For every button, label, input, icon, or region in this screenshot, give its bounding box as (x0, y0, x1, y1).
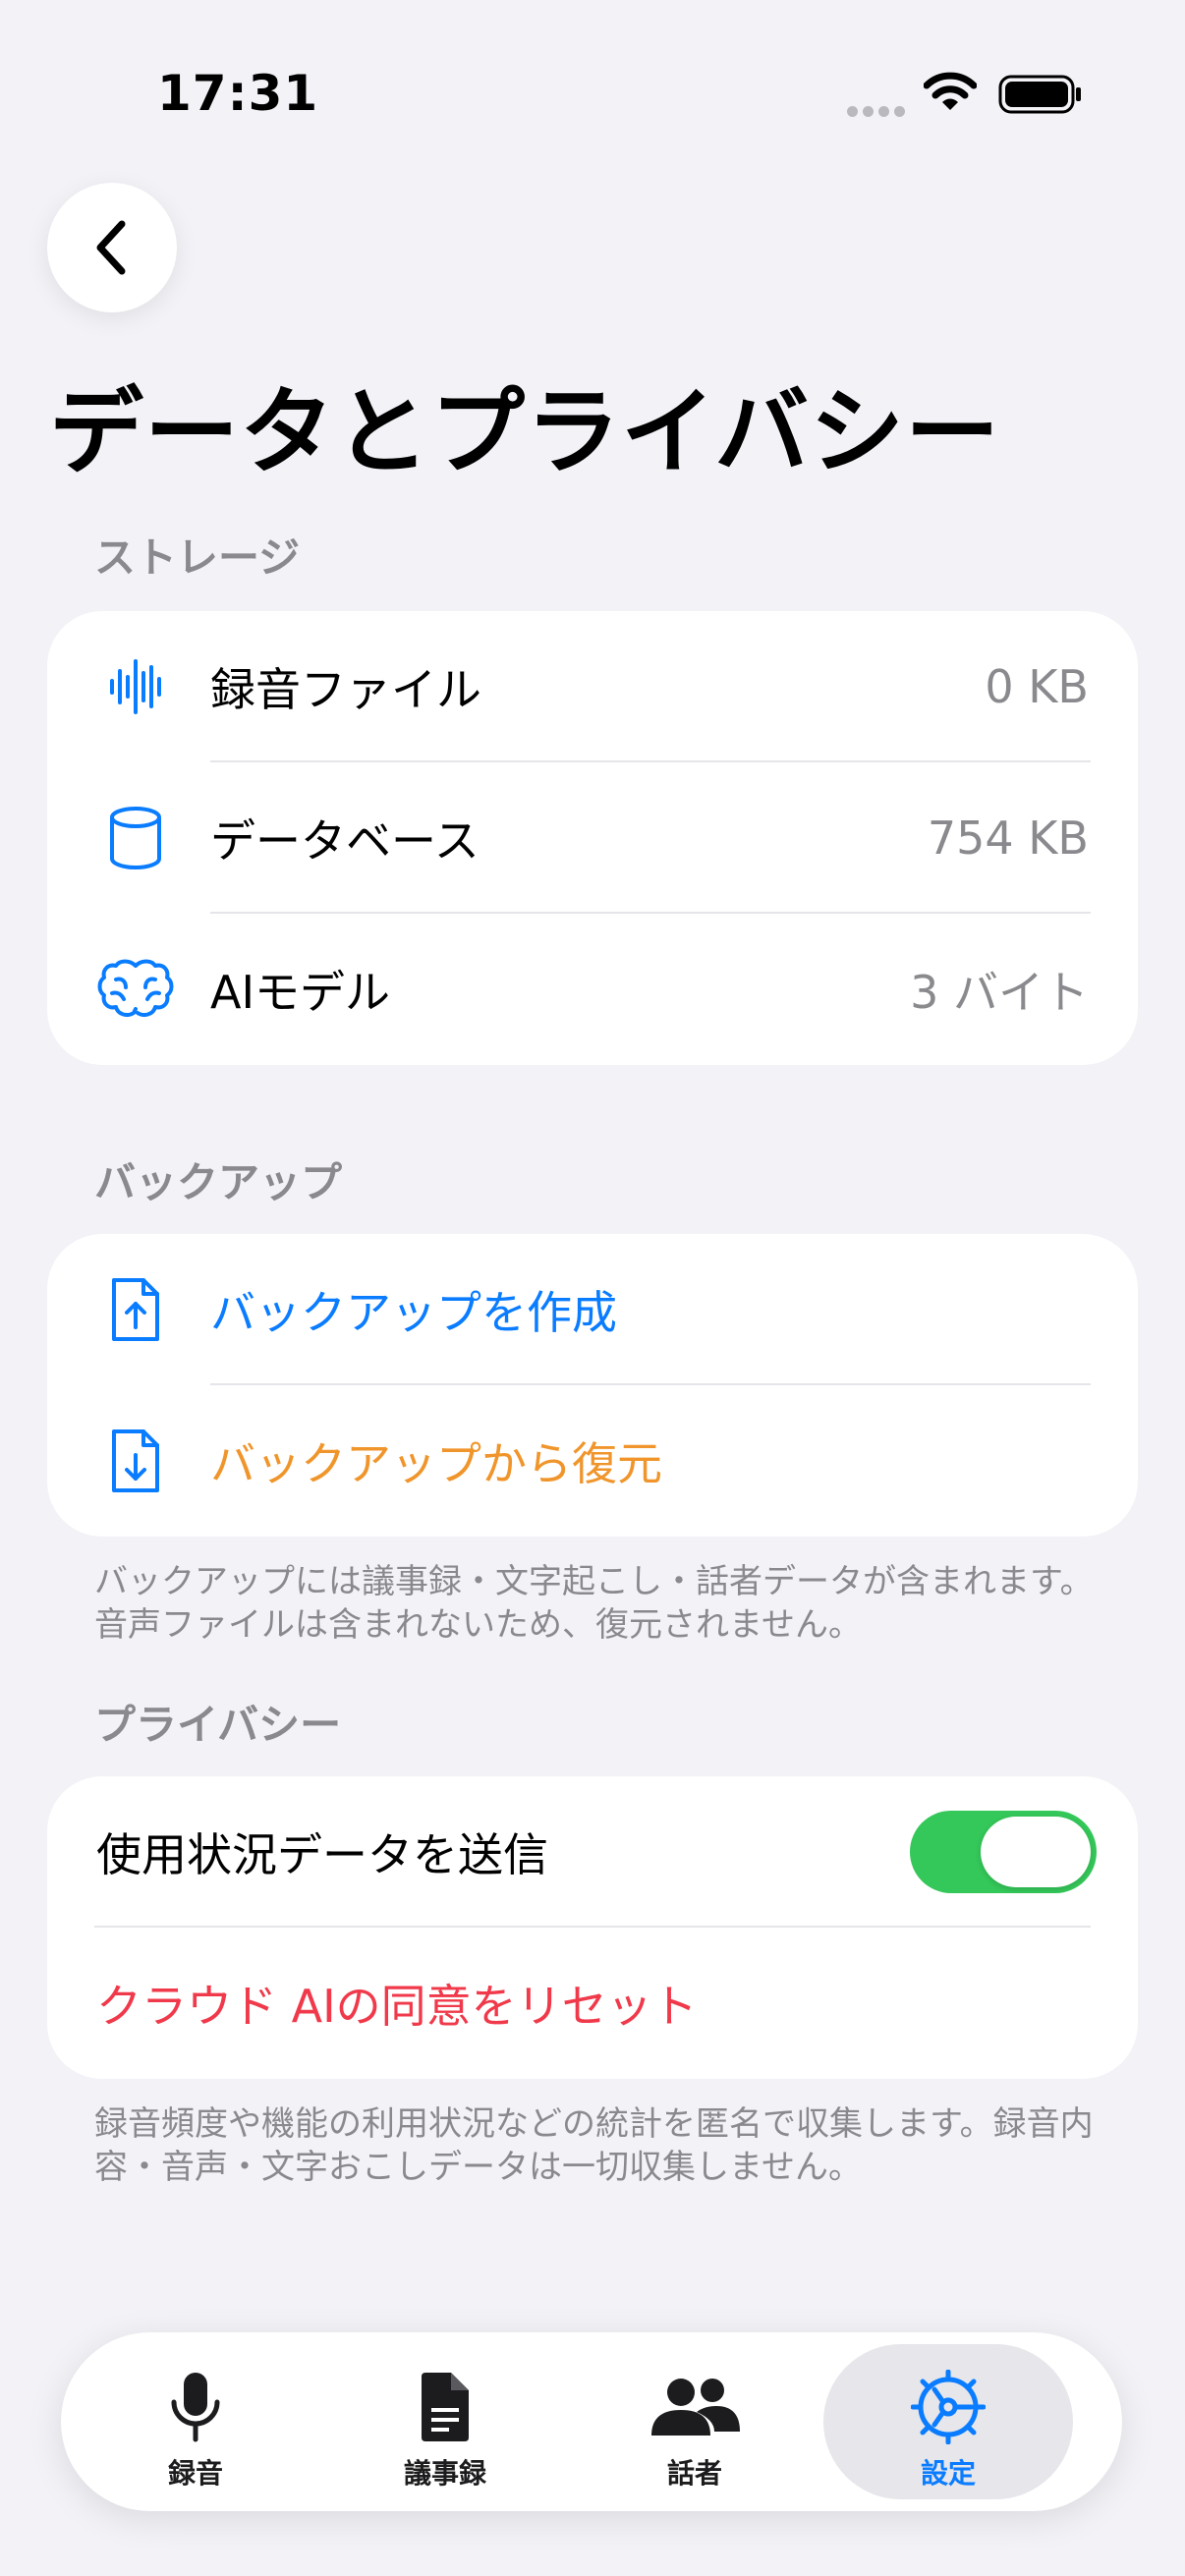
waveform-icon (96, 650, 175, 723)
back-button[interactable] (47, 183, 177, 312)
database-label: データベース (210, 814, 480, 868)
reset-cloud-ai-consent-label: クラウド AIの同意をリセット (96, 1980, 698, 2033)
tab-speakers[interactable]: 話者 (570, 2344, 819, 2499)
brain-icon (96, 953, 175, 1026)
gear-icon (823, 2368, 1073, 2446)
battery-icon (998, 75, 1083, 118)
cellular-dots-icon (847, 102, 910, 121)
tab-record[interactable]: 録音 (71, 2344, 320, 2499)
page-title: データとプライバシー (49, 377, 1001, 487)
restore-backup-label: バックアップから復元 (210, 1437, 662, 1490)
people-icon (570, 2368, 819, 2446)
wifi-icon (923, 71, 978, 118)
privacy-card: 使用状況データを送信 クラウド AIの同意をリセット (47, 1776, 1138, 2079)
create-backup-label: バックアップを作成 (210, 1286, 617, 1339)
document-download-icon (96, 1425, 175, 1497)
tab-minutes-label: 議事録 (403, 2457, 486, 2490)
storage-row-recordings: 録音ファイル 0 KB (47, 611, 1138, 762)
tab-record-label: 録音 (167, 2457, 223, 2490)
document-icon (320, 2368, 570, 2446)
storage-card: 録音ファイル 0 KB データベース 754 KB AIモデル 3 バイト (47, 611, 1138, 1065)
storage-section-header: ストレージ (94, 533, 301, 582)
mic-icon (71, 2368, 320, 2446)
toggle-knob (981, 1817, 1091, 1887)
privacy-footnote: 録音頻度や機能の利用状況などの統計を匿名で収集します。録音内容・音声・文字おこし… (94, 2104, 1094, 2187)
restore-backup-button[interactable]: バックアップから復元 (47, 1385, 1138, 1537)
status-bar: 17:31 (0, 0, 1185, 187)
backup-footnote: バックアップには議事録・文字起こし・話者データが含まれます。音声ファイルは含まれ… (94, 1562, 1094, 1645)
tab-settings[interactable]: 設定 (823, 2344, 1073, 2499)
chevron-left-icon (96, 220, 126, 275)
tab-bar: 録音 議事録 話者 設定 (61, 2332, 1122, 2511)
ai-model-size: 3 バイト (910, 966, 1089, 1019)
reset-cloud-ai-consent-button[interactable]: クラウド AIの同意をリセット (47, 1928, 1138, 2079)
usage-data-label: 使用状況データを送信 (96, 1828, 548, 1881)
tab-speakers-label: 話者 (666, 2457, 722, 2490)
tab-settings-label: 設定 (920, 2457, 976, 2490)
create-backup-button[interactable]: バックアップを作成 (47, 1234, 1138, 1385)
recordings-size: 0 KB (985, 660, 1089, 713)
storage-row-database: データベース 754 KB (47, 762, 1138, 914)
usage-data-row: 使用状況データを送信 (47, 1776, 1138, 1928)
status-time: 17:31 (157, 65, 319, 122)
privacy-section-header: プライバシー (94, 1701, 342, 1749)
storage-row-ai-model: AIモデル 3 バイト (47, 914, 1138, 1065)
usage-data-toggle[interactable] (910, 1811, 1097, 1893)
ai-model-label: AIモデル (210, 966, 391, 1019)
backup-card: バックアップを作成 バックアップから復元 (47, 1234, 1138, 1537)
cylinder-icon (96, 802, 175, 874)
tab-minutes[interactable]: 議事録 (320, 2344, 570, 2499)
document-upload-icon (96, 1273, 175, 1346)
recordings-label: 録音ファイル (210, 663, 481, 716)
backup-section-header: バックアップ (94, 1158, 343, 1206)
database-size: 754 KB (927, 812, 1089, 865)
